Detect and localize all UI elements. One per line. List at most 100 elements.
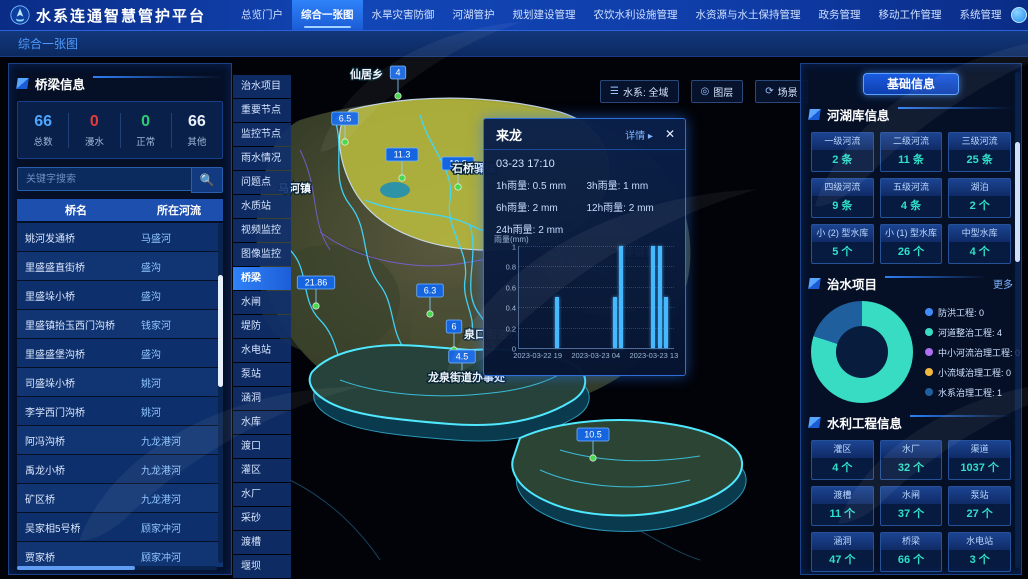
stat-card: 涵洞47 个 xyxy=(811,532,874,572)
card-value: 9 条 xyxy=(812,196,873,217)
panel-vertical-scrollbar[interactable] xyxy=(1015,72,1020,568)
layer-item-桥梁[interactable]: 桥梁 xyxy=(233,267,291,290)
table-row[interactable]: 里盛垛小桥盛沟 xyxy=(17,281,223,309)
layer-item-水厂[interactable]: 水厂 xyxy=(233,483,291,506)
bridge-stats-row: 66总数0漫水0正常66其他 xyxy=(17,101,223,159)
nav-item[interactable]: 总览门户 xyxy=(232,0,292,30)
layer-item-监控节点[interactable]: 监控节点 xyxy=(233,123,291,146)
chart-bar xyxy=(555,297,559,348)
chart-bar xyxy=(619,246,623,348)
nav-item[interactable]: 规划建设管理 xyxy=(504,0,585,30)
breadcrumb[interactable]: 综合一张图 xyxy=(18,35,78,52)
card-title: 水厂 xyxy=(881,441,942,458)
legend-dot xyxy=(925,388,933,396)
card-value: 5 个 xyxy=(812,242,873,263)
y-tick-label: 0.8 xyxy=(506,263,516,272)
search-button[interactable]: 🔍 xyxy=(191,167,223,193)
legend-item: 防洪工程: 0 xyxy=(925,306,1020,319)
stat-card: 三级河流25 条 xyxy=(948,132,1011,172)
layer-item-水闸[interactable]: 水闸 xyxy=(233,291,291,314)
layer-item-渡口[interactable]: 渡口 xyxy=(233,435,291,458)
table-horizontal-scrollbar[interactable] xyxy=(17,566,217,570)
map-control-button[interactable]: ☰水系: 全域 xyxy=(600,80,679,103)
projects-donut-row: 防洪工程: 0河道整治工程: 4中小河流治理工程: 0小流域治理工程: 0水系治… xyxy=(811,301,1015,403)
cell-bridge-name: 禹龙小桥 xyxy=(17,462,135,477)
nav-item[interactable]: 移动工作管理 xyxy=(870,0,951,30)
basic-info-button[interactable]: 基础信息 xyxy=(863,73,959,95)
layer-item-雨水情况[interactable]: 雨水情况 xyxy=(233,147,291,170)
card-title: 四级河流 xyxy=(812,179,873,196)
card-title: 五级河流 xyxy=(881,179,942,196)
nav-item[interactable]: 河湖管护 xyxy=(444,0,504,30)
app-title: 水系连通智慧管护平台 xyxy=(36,5,206,26)
section-divider xyxy=(910,415,1013,417)
layer-item-水质站[interactable]: 水质站 xyxy=(233,195,291,218)
layer-item-问题点[interactable]: 问题点 xyxy=(233,171,291,194)
layer-item-堰坝[interactable]: 堰坝 xyxy=(233,555,291,578)
table-row[interactable]: 里盛镇抬玉西门沟桥钱家河 xyxy=(17,310,223,338)
layer-item-灌区[interactable]: 灌区 xyxy=(233,459,291,482)
layer-item-泵站[interactable]: 泵站 xyxy=(233,363,291,386)
nav-item[interactable]: 水旱灾害防御 xyxy=(363,0,444,30)
table-row[interactable]: 阿冯沟桥九龙港河 xyxy=(17,426,223,454)
popup-timestamp: 03-23 17:10 xyxy=(496,158,685,170)
legend-label: 河道整治工程: 4 xyxy=(938,326,1002,339)
facilities-section-header: 水利工程信息 xyxy=(809,413,1013,432)
island-b xyxy=(512,420,746,531)
layer-item-水电站[interactable]: 水电站 xyxy=(233,339,291,362)
y-tick-label: 0.2 xyxy=(506,324,516,333)
nav-item[interactable]: 政务管理 xyxy=(810,0,870,30)
stat-value: 66 xyxy=(18,113,68,131)
nav-item[interactable]: 水资源与水土保持管理 xyxy=(687,0,810,30)
table-row[interactable]: 里盛盛直街桥盛沟 xyxy=(17,252,223,280)
legend-label: 中小河流治理工程: 0 xyxy=(938,346,1020,359)
layer-item-涵洞[interactable]: 涵洞 xyxy=(233,387,291,410)
close-icon[interactable]: ✕ xyxy=(665,127,675,141)
table-row[interactable]: 禹龙小桥九龙港河 xyxy=(17,455,223,483)
card-value: 3 个 xyxy=(949,550,1010,571)
bridge-panel-header: 桥梁信息 xyxy=(17,74,223,93)
table-row[interactable]: 姚河发通桥马盛河 xyxy=(17,223,223,251)
rain-stat: 1h雨量: 0.5 mm xyxy=(496,177,587,192)
rainfall-bar-chart: 雨量(mm) 10.80.60.40.20 2023-03-22 192023-… xyxy=(492,234,679,370)
map-control-button[interactable]: ◎图层 xyxy=(691,80,744,103)
cell-river: 顾家冲河 xyxy=(135,549,223,564)
layer-item-重要节点[interactable]: 重要节点 xyxy=(233,99,291,122)
table-vertical-scrollbar[interactable] xyxy=(218,223,223,563)
card-value: 26 个 xyxy=(881,242,942,263)
top-nav: 水系连通智慧管护平台 总览门户综合一张图水旱灾害防御河湖管护规划建设管理农饮水利… xyxy=(0,0,1028,31)
stat-card: 四级河流9 条 xyxy=(811,178,874,218)
lake xyxy=(380,182,410,198)
scrollbar-thumb[interactable] xyxy=(17,566,135,570)
user-menu[interactable]: hhzb42080201 ▾ xyxy=(1011,7,1028,23)
layer-item-堤防[interactable]: 堤防 xyxy=(233,315,291,338)
card-title: 湖泊 xyxy=(949,179,1010,196)
legend-item: 小流域治理工程: 0 xyxy=(925,366,1020,379)
legend-item: 中小河流治理工程: 0 xyxy=(925,346,1020,359)
table-row[interactable]: 矿区桥九龙港河 xyxy=(17,484,223,512)
table-row[interactable]: 司盛垛小桥姚河 xyxy=(17,368,223,396)
detail-link[interactable]: 详情 ▸ xyxy=(625,127,653,142)
layer-item-治水项目[interactable]: 治水项目 xyxy=(233,75,291,98)
nav-item[interactable]: 系统管理 xyxy=(951,0,1011,30)
table-row[interactable]: 李学西门沟桥姚河 xyxy=(17,397,223,425)
cell-bridge-name: 矿区桥 xyxy=(17,491,135,506)
layer-item-渡槽[interactable]: 渡槽 xyxy=(233,531,291,554)
popup-header: 来龙 详情 ▸ ✕ xyxy=(484,119,685,150)
layer-item-采砂[interactable]: 采砂 xyxy=(233,507,291,530)
bridge-stat: 0正常 xyxy=(121,113,172,148)
rainfall-stats: 1h雨量: 0.5 mm3h雨量: 1 mm6h雨量: 2 mm12h雨量: 2… xyxy=(496,177,677,236)
chart-gridline: 0 xyxy=(519,348,674,349)
nav-item[interactable]: 综合一张图 xyxy=(292,0,363,30)
table-row[interactable]: 贾家桥顾家冲河 xyxy=(17,542,223,567)
search-input[interactable] xyxy=(17,167,191,191)
more-link[interactable]: 更多 xyxy=(993,276,1013,291)
layer-item-图像监控[interactable]: 图像监控 xyxy=(233,243,291,266)
table-row[interactable]: 里盛盛堡沟桥盛沟 xyxy=(17,339,223,367)
layer-item-水库[interactable]: 水库 xyxy=(233,411,291,434)
layer-item-视频监控[interactable]: 视频监控 xyxy=(233,219,291,242)
scrollbar-thumb[interactable] xyxy=(1015,142,1020,262)
scrollbar-thumb[interactable] xyxy=(218,275,223,387)
table-row[interactable]: 吴家相5号桥顾家冲河 xyxy=(17,513,223,541)
nav-item[interactable]: 农饮水利设施管理 xyxy=(585,0,687,30)
